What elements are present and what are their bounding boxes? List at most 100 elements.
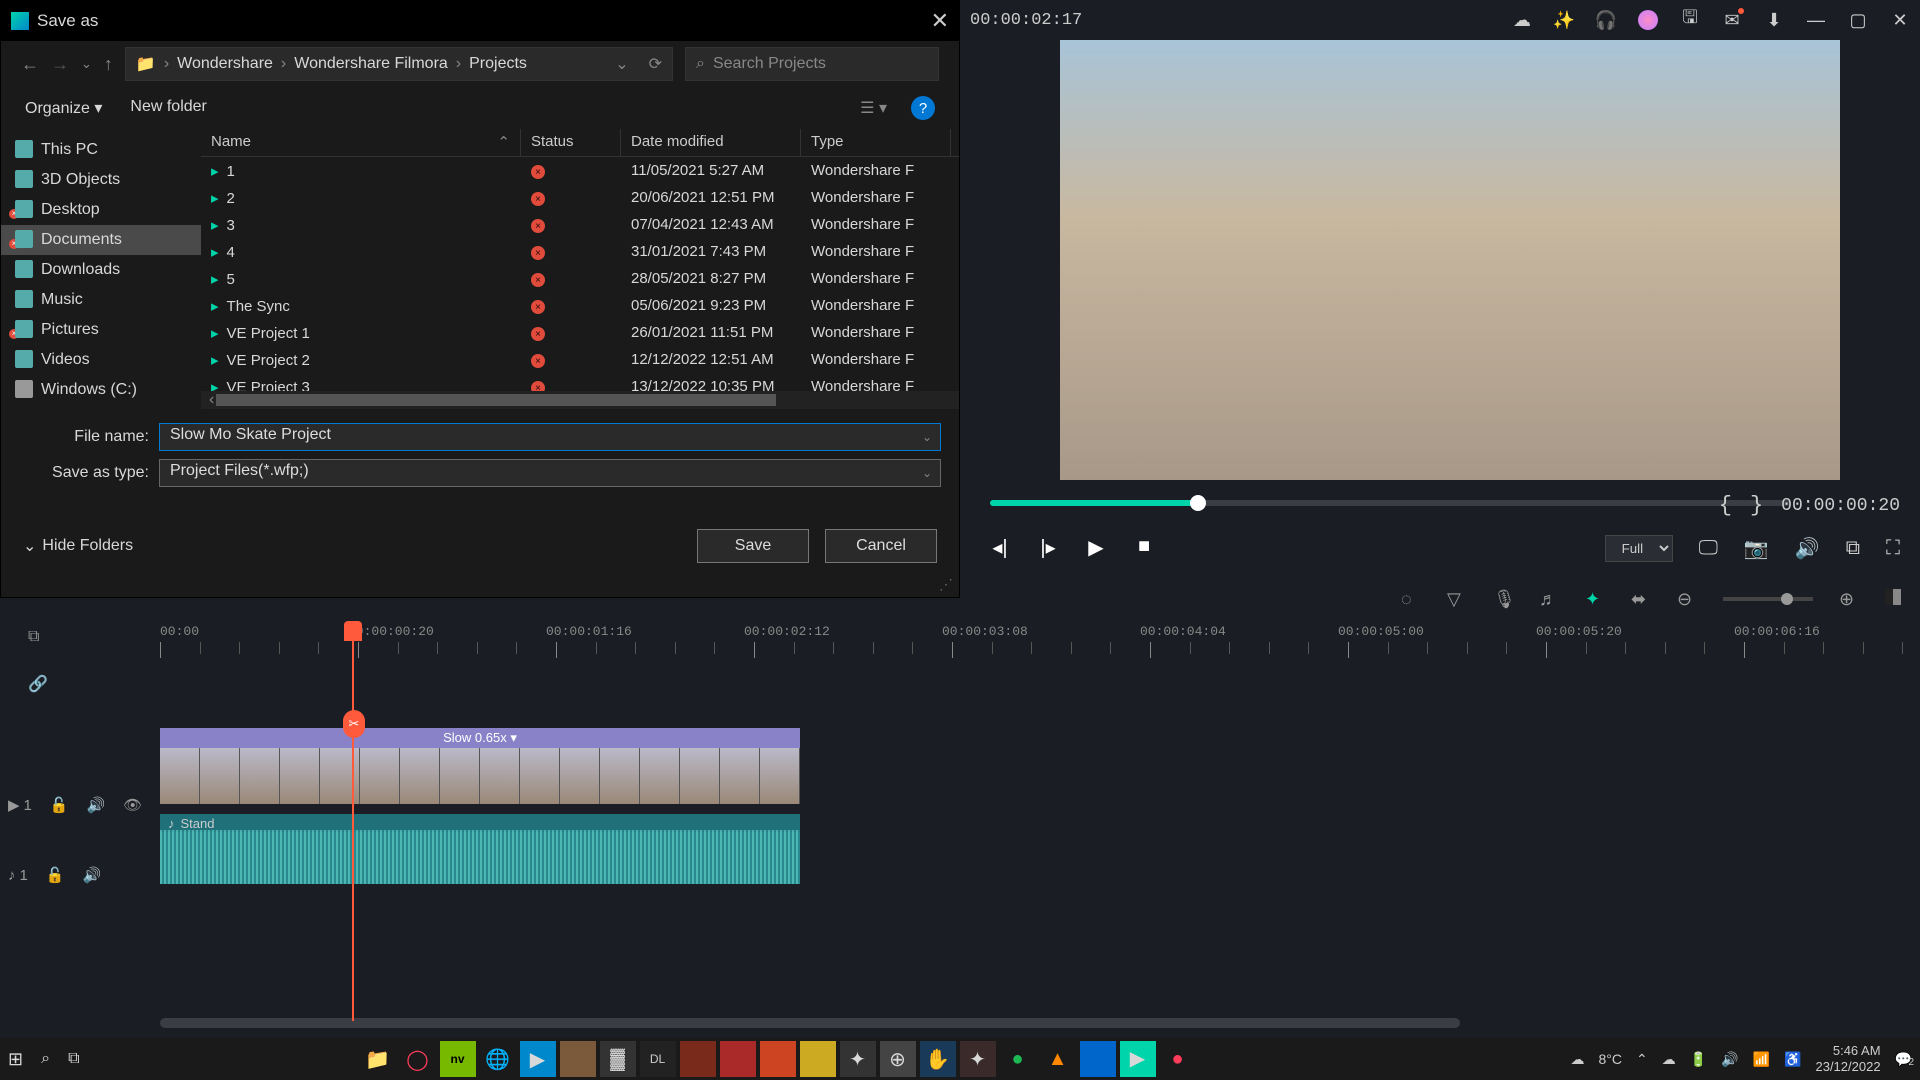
sidebar-item-windows-c-[interactable]: Windows (C:): [1, 375, 201, 405]
audio-mixer-icon[interactable]: ♬: [1539, 589, 1559, 609]
filename-input[interactable]: Slow Mo Skate Project⌄: [159, 423, 941, 451]
address-bar[interactable]: 📁 › Wondershare › Wondershare Filmora › …: [125, 47, 673, 81]
breadcrumb-part[interactable]: Projects: [469, 55, 527, 73]
tray-lang-icon[interactable]: ♿: [1784, 1051, 1801, 1068]
organize-button[interactable]: Organize ▾: [25, 98, 102, 118]
next-frame-button[interactable]: |▸: [1038, 535, 1058, 555]
clip-speed-label[interactable]: Slow 0.65x ▾: [160, 728, 800, 748]
app-vlc-icon[interactable]: ▲: [1040, 1041, 1076, 1077]
mark-out-button[interactable]: }: [1750, 493, 1763, 518]
playhead[interactable]: [352, 621, 354, 1021]
cut-marker[interactable]: ✂: [343, 710, 365, 738]
tray-onedrive-icon[interactable]: ☁: [1662, 1051, 1676, 1068]
hide-folders-button[interactable]: ⌄Hide Folders: [23, 536, 133, 556]
app-nvidia-icon[interactable]: nv: [440, 1041, 476, 1077]
file-row[interactable]: ▸1×11/05/2021 5:27 AMWondershare F: [201, 157, 959, 184]
mute-video-icon[interactable]: 🔊: [87, 796, 106, 814]
video-track-indicator[interactable]: ▶1: [8, 796, 32, 814]
seek-bar[interactable]: [990, 500, 1790, 506]
close-app-icon[interactable]: ✕: [1890, 10, 1910, 30]
seek-thumb[interactable]: [1190, 495, 1206, 511]
nav-up-button[interactable]: ↑: [104, 54, 113, 75]
tl-media-icon[interactable]: ⧉: [28, 628, 54, 654]
app-icon-14[interactable]: ⊕: [880, 1041, 916, 1077]
nav-recent-button[interactable]: ⌄: [81, 56, 92, 72]
nav-back-button[interactable]: ←: [21, 54, 39, 75]
prev-frame-button[interactable]: ◂|: [990, 535, 1010, 555]
play-button[interactable]: ▶: [1086, 535, 1106, 555]
tray-wifi-icon[interactable]: 📶: [1753, 1051, 1770, 1068]
app-spotify-icon[interactable]: ●: [1000, 1041, 1036, 1077]
app-icon-10[interactable]: [720, 1041, 756, 1077]
breadcrumb-part[interactable]: Wondershare: [177, 55, 273, 73]
app-icon-6[interactable]: [560, 1041, 596, 1077]
headphones-icon[interactable]: 🎧: [1596, 10, 1616, 30]
cancel-button[interactable]: Cancel: [825, 529, 937, 563]
snapshot-icon[interactable]: 📷: [1744, 536, 1769, 561]
compare-icon[interactable]: ⧉: [1846, 537, 1860, 560]
search-input[interactable]: ⌕ Search Projects: [685, 47, 939, 81]
new-folder-button[interactable]: New folder: [130, 98, 206, 118]
mark-in-button[interactable]: {: [1719, 493, 1732, 518]
notifications-icon[interactable]: ✉: [1722, 10, 1742, 30]
app-icon-21[interactable]: ●: [1160, 1041, 1196, 1077]
audio-track-indicator[interactable]: ♪1: [8, 867, 28, 884]
weather-icon[interactable]: ☁: [1571, 1051, 1585, 1068]
search-button[interactable]: ⌕: [41, 1050, 50, 1068]
sidebar-item-pictures[interactable]: ×Pictures: [1, 315, 201, 345]
eye-video-icon[interactable]: 👁: [123, 796, 142, 814]
col-status-header[interactable]: Status: [521, 129, 621, 156]
app-opera-icon[interactable]: ◯: [400, 1041, 436, 1077]
sidebar-item-desktop[interactable]: ×Desktop: [1, 195, 201, 225]
sidebar-item-videos[interactable]: Videos: [1, 345, 201, 375]
sidebar-item-this-pc[interactable]: This PC: [1, 135, 201, 165]
stop-button[interactable]: ■: [1134, 535, 1154, 555]
sidebar-item-downloads[interactable]: Downloads: [1, 255, 201, 285]
col-date-header[interactable]: Date modified: [621, 129, 801, 156]
audio-clip[interactable]: ♪Stand: [160, 830, 800, 884]
sidebar-item-documents[interactable]: ×Documents: [1, 225, 201, 255]
file-row[interactable]: ▸VE Project 1×26/01/2021 11:51 PMWonders…: [201, 319, 959, 346]
save-icon[interactable]: 🖫: [1680, 10, 1700, 30]
fit-icon[interactable]: ⬌: [1631, 589, 1651, 609]
save-button[interactable]: Save: [697, 529, 809, 563]
minimize-icon[interactable]: —: [1806, 10, 1826, 30]
nav-forward-button[interactable]: →: [51, 54, 69, 75]
download-icon[interactable]: ⬇: [1764, 10, 1784, 30]
app-icon-13[interactable]: ✦: [840, 1041, 876, 1077]
file-row[interactable]: ▸2×20/06/2021 12:51 PMWondershare F: [201, 184, 959, 211]
resize-grip-icon[interactable]: ⋰: [939, 576, 953, 593]
voiceover-icon[interactable]: 🎙: [1493, 589, 1513, 609]
file-row[interactable]: ▸VE Project 2×12/12/2022 12:51 AMWonders…: [201, 346, 959, 373]
marker-icon[interactable]: ▽: [1447, 589, 1467, 609]
col-type-header[interactable]: Type: [801, 129, 951, 156]
video-preview[interactable]: [1060, 40, 1840, 480]
help-button[interactable]: ?: [911, 96, 935, 120]
volume-icon[interactable]: 🔊: [1795, 536, 1820, 561]
breadcrumb-part[interactable]: Wondershare Filmora: [294, 55, 448, 73]
app-icon-19[interactable]: [1080, 1041, 1116, 1077]
panel-toggle-icon[interactable]: [1885, 589, 1905, 609]
app-icon-7[interactable]: ▓: [600, 1041, 636, 1077]
refresh-button[interactable]: ⟳: [649, 54, 662, 74]
app-icon-12[interactable]: [800, 1041, 836, 1077]
app-icon-15[interactable]: ✋: [920, 1041, 956, 1077]
maximize-icon[interactable]: ▢: [1848, 10, 1868, 30]
sidebar-item-3d-objects[interactable]: 3D Objects: [1, 165, 201, 195]
start-button[interactable]: ⊞: [8, 1049, 23, 1070]
tray-clock[interactable]: 5:46 AM 23/12/2022: [1815, 1043, 1880, 1075]
app-chrome-icon[interactable]: 🌐: [480, 1041, 516, 1077]
file-row[interactable]: ▸4×31/01/2021 7:43 PMWondershare F: [201, 238, 959, 265]
auto-reframe-icon[interactable]: ◌: [1401, 589, 1421, 609]
view-mode-button[interactable]: ☰ ▾: [860, 98, 887, 118]
tray-volume-icon[interactable]: 🔊: [1721, 1051, 1738, 1068]
tray-notifications[interactable]: 💬2: [1895, 1051, 1912, 1068]
col-name-header[interactable]: Name ⌃: [201, 129, 521, 156]
file-row[interactable]: ▸3×07/04/2021 12:43 AMWondershare F: [201, 211, 959, 238]
app-icon-5[interactable]: ▶: [520, 1041, 556, 1077]
auto-highlight-icon[interactable]: ✦: [1585, 589, 1605, 609]
filetype-input[interactable]: Project Files(*.wfp;)⌄: [159, 459, 941, 487]
app-icon-11[interactable]: [760, 1041, 796, 1077]
tips-icon[interactable]: ✨: [1554, 10, 1574, 30]
app-explorer-icon[interactable]: 📁: [360, 1041, 396, 1077]
